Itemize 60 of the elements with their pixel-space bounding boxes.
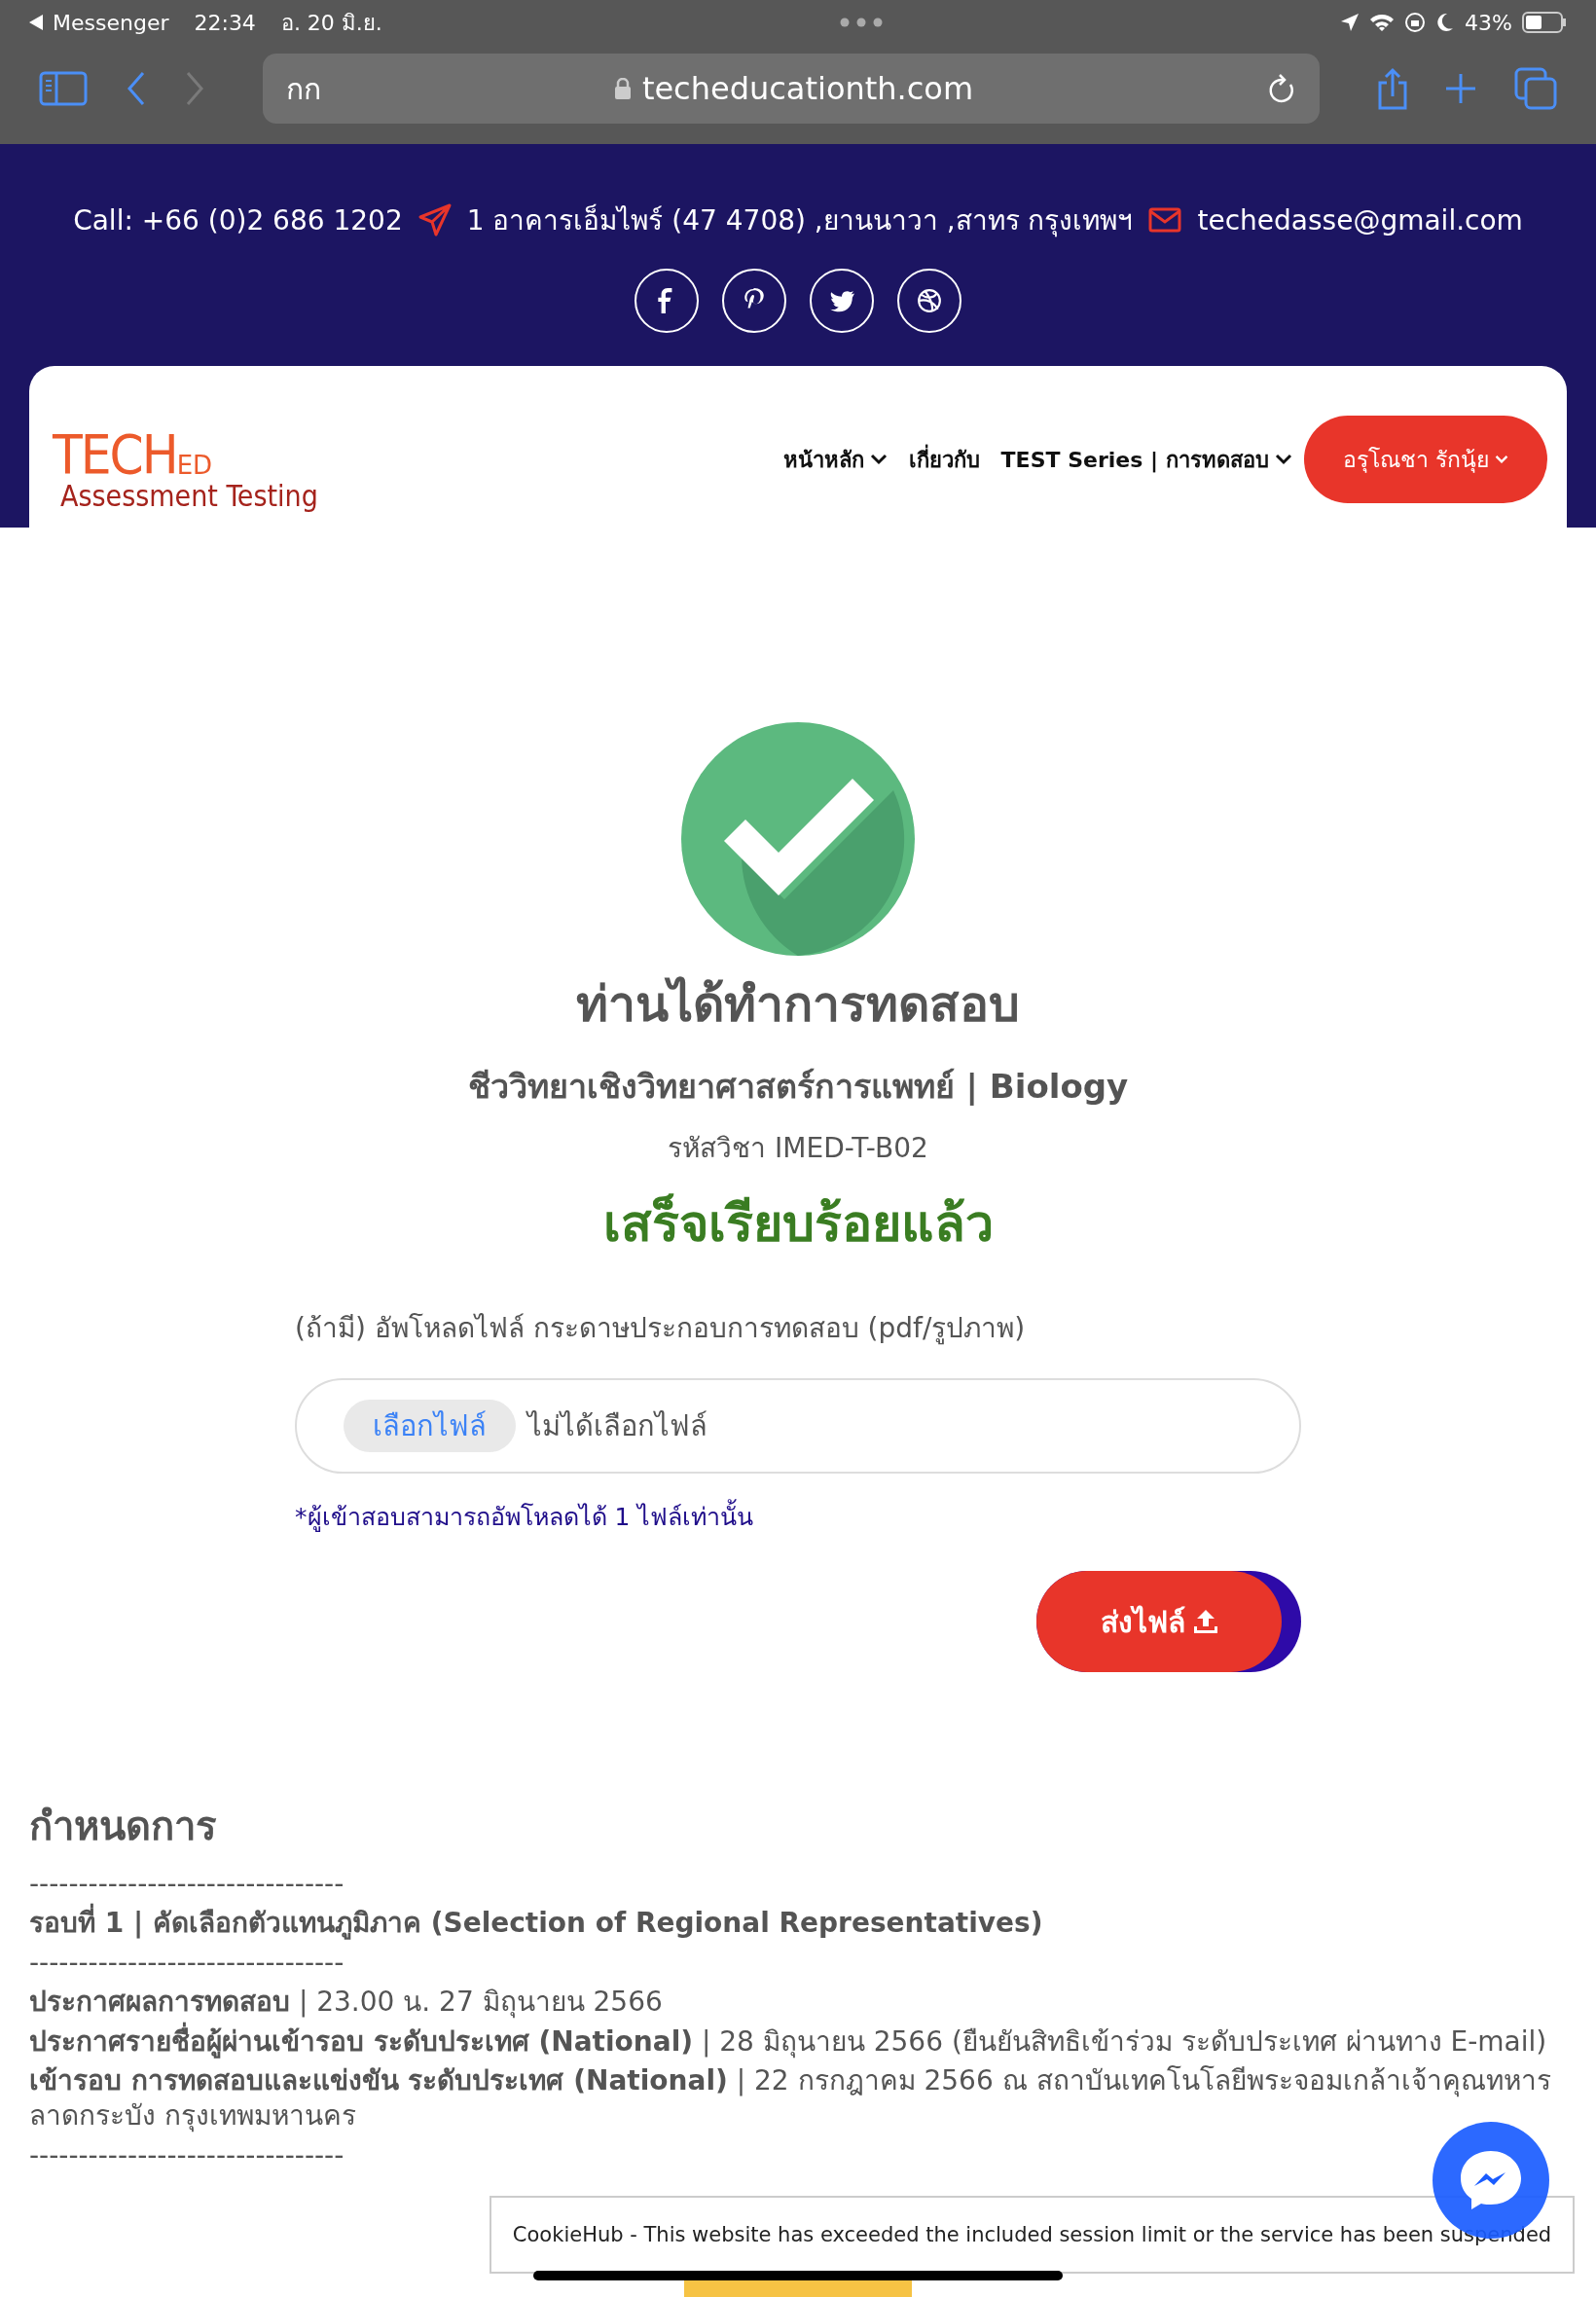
check-mark-icon	[681, 722, 915, 956]
phone-number: Call: +66 (0)2 686 1202	[73, 203, 403, 237]
text-size-button[interactable]: กก	[286, 65, 321, 112]
submit-file-button[interactable]: ส่งไฟล์	[1036, 1571, 1282, 1672]
location-icon	[1340, 13, 1360, 32]
back-icon[interactable]	[29, 15, 43, 30]
dashed-divider: --------------------------------	[29, 1867, 345, 1902]
reload-icon[interactable]	[1267, 73, 1296, 104]
lock-icon	[614, 78, 631, 99]
completion-status: เสร็จเรียบร้อยแล้ว	[602, 1192, 994, 1255]
upload-note: *ผู้เข้าสอบสามารถอัพโหลดได้ 1 ไฟล์เท่านั้น	[295, 1497, 754, 1536]
schedule-item: เข้ารอบ การทดสอบและแข่งขัน ระดับประเทศ (National) | 22 กรกฎาคม 2566 ณ สถาบันเทคโนโลยีพระจอมเกล้าเจ้าคุณทหารลาดกระบัง กรุงเทพมหานคร	[29, 2062, 1552, 2134]
paper-plane-icon	[417, 203, 452, 237]
multitask-dots-icon[interactable]	[839, 18, 883, 27]
nav-link[interactable]: TEST Series | การทดสอบ	[1000, 442, 1292, 477]
plus-icon[interactable]	[1446, 74, 1475, 103]
dashed-divider: --------------------------------	[29, 2137, 345, 2173]
pinterest-link[interactable]	[722, 269, 786, 333]
back-app-label[interactable]: Messenger	[53, 10, 169, 35]
subject-code: รหัสวิชา IMED-T-B02	[668, 1131, 928, 1166]
sidebar-icon[interactable]	[39, 71, 88, 106]
chevron-down-icon	[1274, 453, 1292, 466]
dribbble-link[interactable]	[897, 269, 961, 333]
tabs-icon[interactable]	[1514, 67, 1557, 110]
schedule-item: ประกาศผลการทดสอบ | 23.00 น. 27 มิถุนายน 2566	[29, 1985, 664, 2021]
nav-link[interactable]: เกี่ยวกับ	[908, 442, 980, 477]
subject-name: ชีววิทยาเชิงวิทยาศาสตร์การแพทย์ | Biology	[467, 1066, 1129, 1108]
round-title: รอบที่ 1 | คัดเลือกตัวแทนภูมิภาค (Selection of Regional Representatives)	[29, 1904, 1567, 1944]
nav-link[interactable]: หน้าหลัก	[782, 442, 888, 477]
forward-icon[interactable]	[185, 71, 204, 106]
twitter-icon	[829, 288, 854, 313]
address-bar[interactable]: กก techeducationth.com	[263, 54, 1320, 124]
clock: 22:34	[194, 10, 256, 35]
battery-icon	[1522, 12, 1567, 33]
logo-wordmark: TECH	[53, 427, 177, 482]
twitter-link[interactable]	[810, 269, 874, 333]
file-input[interactable]: เลือกไฟล์ ไม่ได้เลือกไฟล์	[295, 1378, 1301, 1474]
chevron-down-icon	[1495, 454, 1508, 465]
schedule-item: ประกาศรายชื่อผู้ผ่านเข้ารอบ ระดับประเทศ (National) | 28 มิถุนายน 2566 (ยืนยันสิทธิเข้าร่วม ระดับประเทศ ผ่านทาง E-mail)	[29, 2022, 1567, 2061]
address: 1 อาคารเอ็มไพร์ (47 4708) ,ยานนาวา ,สาทร กรุงเทพฯ	[466, 202, 1134, 239]
rotation-lock-icon	[1404, 12, 1427, 33]
upload-icon	[1192, 1609, 1218, 1634]
share-icon[interactable]	[1378, 67, 1407, 110]
date: อ. 20 มิ.ย.	[280, 9, 382, 37]
email-address: techedasse@gmail.com	[1197, 203, 1523, 237]
wifi-icon	[1369, 13, 1396, 32]
logo-suffix: ED	[176, 453, 213, 478]
url-text: techeducationth.com	[641, 70, 974, 107]
dribbble-icon	[917, 288, 942, 313]
logo-tagline: Assessment Testing	[60, 482, 318, 511]
upload-label: (ถ้ามี) อัพโหลดไฟล์ กระดาษประกอบการทดสอบ (pdf/รูปภาพ)	[295, 1311, 1026, 1347]
schedule-heading: กำหนดการ	[29, 1803, 217, 1850]
file-status: ไม่ได้เลือกไฟล์	[527, 1408, 707, 1444]
cookie-banner: CookieHub - This website has exceeded the included session limit or the service has been suspended	[490, 2196, 1575, 2274]
result-heading: ท่านได้ทำการทดสอบ	[576, 975, 1020, 1035]
chevron-down-icon	[869, 453, 888, 466]
battery-percent: 43%	[1465, 10, 1512, 35]
facebook-link[interactable]	[635, 269, 699, 333]
user-menu-button[interactable]: อรุโณชา รักนุ้ย	[1303, 416, 1547, 503]
dashed-divider: --------------------------------	[29, 1945, 345, 1981]
